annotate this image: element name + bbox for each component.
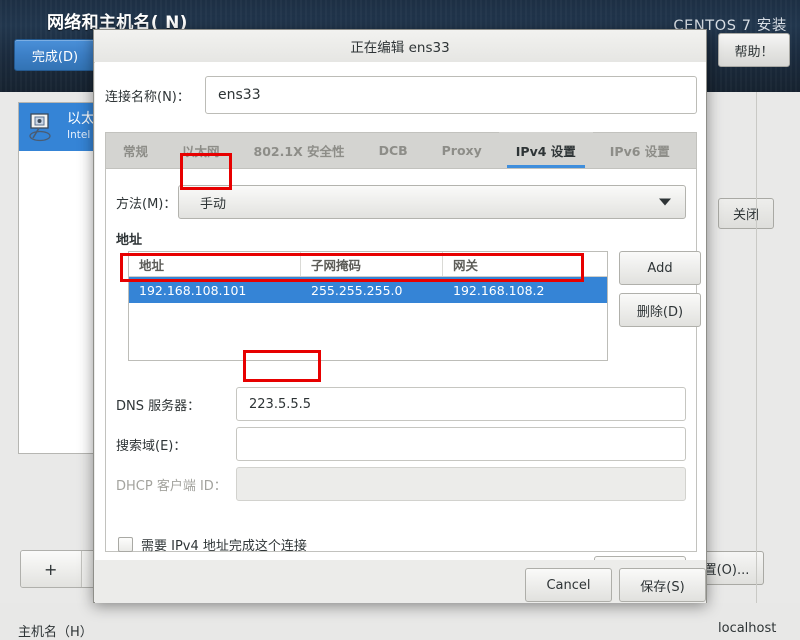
done-button[interactable]: 完成(D) [14, 39, 96, 71]
search-domains-label: 搜索域(E)： [116, 438, 187, 454]
add-device-button[interactable]: + [21, 551, 82, 587]
edit-connection-dialog: 正在编辑 ens33 连接名称(N)： ens33 常规 以太网 802.1X … [93, 29, 707, 603]
require-ipv4-checkbox[interactable] [118, 537, 133, 552]
dns-row: DNS 服务器： 223.5.5.5 [116, 387, 686, 421]
dhcp-client-id-row: DHCP 客户端 ID： [116, 467, 686, 501]
hostname-value: localhost [718, 621, 777, 636]
ethernet-icon [27, 112, 61, 142]
dns-input[interactable]: 223.5.5.5 [236, 387, 686, 421]
dialog-titlebar: 正在编辑 ens33 [94, 30, 706, 63]
save-button[interactable]: 保存(S) [619, 568, 706, 602]
dialog-footer: Cancel 保存(S) [95, 560, 706, 603]
tab-dcb[interactable]: DCB [362, 132, 425, 168]
dialog-content: 连接名称(N)： ens33 常规 以太网 802.1X 安全性 DCB Pro… [95, 62, 706, 591]
tab-ethernet[interactable]: 以太网 [165, 132, 237, 168]
connection-name-input[interactable]: ens33 [205, 76, 697, 114]
panel-divider [756, 92, 757, 603]
table-row[interactable]: 192.168.108.101 255.255.255.0 192.168.10… [129, 277, 607, 303]
ipv4-settings-panel: 方法(M)： 手动 地址 地址 子网掩码 网关 192.168.108.101 … [105, 168, 701, 554]
require-ipv4-label: 需要 IPv4 地址完成这个连接 [141, 539, 307, 554]
method-label: 方法(M)： [116, 196, 177, 212]
tab-general[interactable]: 常规 [106, 132, 165, 168]
dhcp-client-id-input [236, 467, 686, 501]
tab-ipv6-settings[interactable]: IPv6 设置 [593, 132, 687, 168]
dhcp-client-id-label: DHCP 客户端 ID： [116, 478, 227, 494]
delete-address-button[interactable]: 删除(D) [619, 293, 701, 327]
chevron-down-icon [659, 198, 671, 206]
column-header-address: 地址 [129, 252, 301, 276]
cancel-button[interactable]: Cancel [525, 568, 612, 602]
help-button[interactable]: 帮助！ [718, 33, 790, 67]
hostname-label: 主机名（H） [18, 625, 93, 640]
dialog-title: 正在编辑 ens33 [350, 40, 450, 56]
cell-address: 192.168.108.101 [139, 282, 247, 298]
add-address-button[interactable]: Add [619, 251, 701, 285]
method-value: 手动 [200, 196, 227, 212]
method-dropdown[interactable]: 手动 [178, 185, 686, 219]
dns-label: DNS 服务器： [116, 398, 201, 414]
connection-name-row: 连接名称(N)： ens33 [105, 76, 697, 114]
tab-8021x-security[interactable]: 802.1X 安全性 [237, 132, 362, 168]
tab-proxy[interactable]: Proxy [425, 132, 499, 168]
close-button[interactable]: 关闭 [718, 198, 774, 229]
require-ipv4-checkbox-row[interactable]: 需要 IPv4 地址完成这个连接 [118, 535, 307, 554]
cell-gateway: 192.168.108.2 [453, 282, 545, 298]
column-header-netmask: 子网掩码 [301, 252, 443, 276]
method-row: 方法(M)： 手动 [116, 185, 686, 219]
addresses-table[interactable]: 地址 子网掩码 网关 192.168.108.101 255.255.255.0… [128, 251, 608, 361]
cell-netmask: 255.255.255.0 [311, 282, 403, 298]
tab-ipv4-settings[interactable]: IPv4 设置 [498, 132, 593, 168]
table-header-row: 地址 子网掩码 网关 [129, 252, 607, 277]
search-domains-input[interactable] [236, 427, 686, 461]
dialog-tabs[interactable]: 常规 以太网 802.1X 安全性 DCB Proxy IPv4 设置 IPv6… [105, 132, 697, 168]
search-domains-row: 搜索域(E)： [116, 427, 686, 461]
column-header-gateway: 网关 [453, 257, 479, 273]
connection-name-label: 连接名称(N)： [105, 89, 190, 105]
addresses-section-title: 地址 [116, 233, 143, 248]
